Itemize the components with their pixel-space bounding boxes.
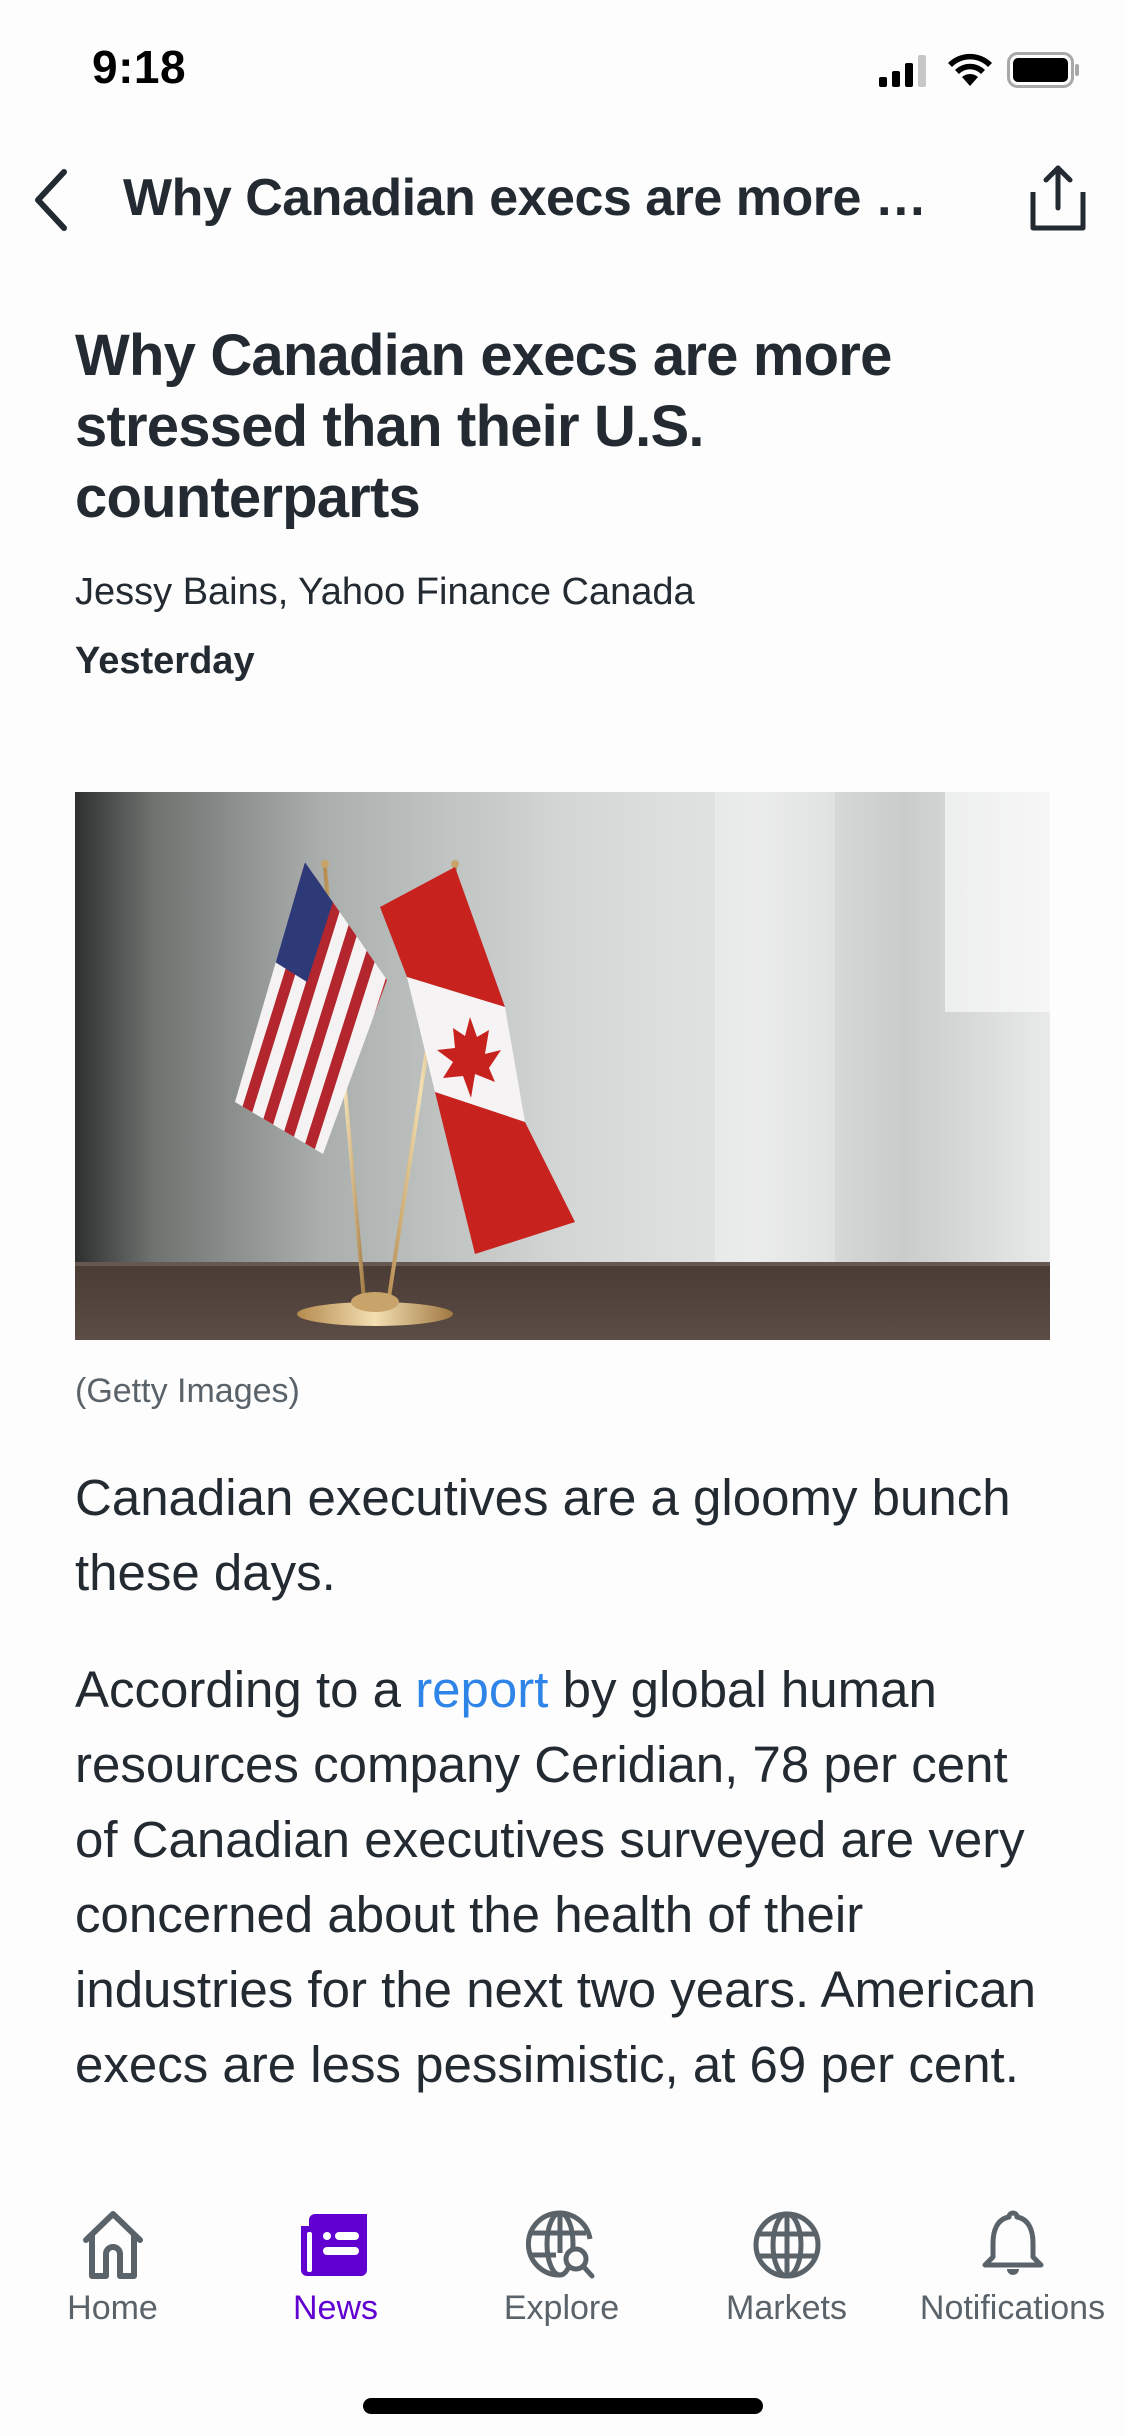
bell-icon <box>982 2210 1043 2275</box>
article-date: Yesterday <box>75 640 255 682</box>
tab-label: Home <box>67 2289 158 2327</box>
back-button[interactable] <box>20 164 80 236</box>
wifi-icon <box>948 53 992 86</box>
share-icon <box>1030 165 1086 231</box>
status-bar: 9:18 <box>0 0 1125 135</box>
article-byline: Jessy Bains, Yahoo Finance Canada <box>75 571 695 613</box>
globe-icon <box>753 2211 820 2279</box>
tab-news[interactable]: News <box>223 2205 448 2335</box>
article-body: Canadian executives are a gloomy bunch t… <box>75 1460 1055 2144</box>
article-hero-image[interactable] <box>75 792 1050 1340</box>
paragraph-text: by global human resources company Ceridi… <box>75 1661 1036 2093</box>
image-caption: (Getty Images) <box>75 1372 300 1410</box>
tab-label: News <box>292 2289 379 2327</box>
battery-icon <box>1007 52 1079 88</box>
newspaper-icon <box>300 2214 367 2276</box>
report-link[interactable]: report <box>415 1661 548 1718</box>
tab-label: Markets <box>726 2289 847 2327</box>
status-icons <box>879 52 1081 88</box>
paragraph-text: According to a <box>75 1661 416 1718</box>
globe-search-icon <box>525 2210 594 2279</box>
paragraph: According to a report by global human re… <box>75 1652 1055 2102</box>
article-header: Why Canadian execs are more stressed tha… <box>75 320 1050 683</box>
tab-explore[interactable]: Explore <box>449 2205 674 2335</box>
tab-label: Notifications <box>919 2289 1106 2327</box>
tab-notifications[interactable]: Notifications <box>900 2205 1125 2335</box>
home-indicator[interactable] <box>363 2398 763 2414</box>
cellular-signal-icon <box>879 55 926 87</box>
home-icon <box>82 2211 143 2279</box>
chevron-left-icon <box>35 169 67 231</box>
nav-title: Why Canadian execs are more s... <box>123 169 943 227</box>
tab-home[interactable]: Home <box>0 2205 225 2335</box>
tab-label: Explore <box>503 2289 620 2327</box>
share-button[interactable] <box>1023 158 1093 238</box>
paragraph: Canadian executives are a gloomy bunch t… <box>75 1469 1011 1601</box>
flags-photo <box>75 792 1050 1340</box>
article-nav-bar: Why Canadian execs are more s... <box>0 150 1125 250</box>
article-headline: Why Canadian execs are more stressed tha… <box>75 323 892 530</box>
tab-markets[interactable]: Markets <box>674 2205 899 2335</box>
status-time: 9:18 <box>92 41 187 93</box>
